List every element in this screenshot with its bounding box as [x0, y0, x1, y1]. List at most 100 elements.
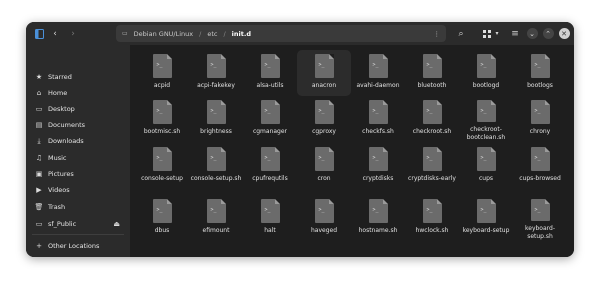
script-file-icon: >_ — [368, 147, 388, 171]
eject-icon[interactable]: ⏏ — [113, 220, 120, 228]
file-name: cron — [317, 175, 331, 182]
script-file-icon: >_ — [260, 100, 280, 124]
file-item[interactable]: >_ keyboard-setup.sh — [513, 195, 567, 241]
search-icon[interactable]: ⌕ — [454, 26, 468, 41]
sidebar-item-label: Documents — [48, 121, 86, 129]
file-item[interactable]: >_ acpid — [135, 50, 189, 96]
drive-icon: ▭ — [35, 220, 43, 228]
breadcrumb-etc[interactable]: etc — [201, 30, 223, 38]
file-item[interactable]: >_ chrony — [513, 96, 567, 142]
maximize-icon[interactable]: ⌃ — [541, 26, 555, 41]
sidebar-item-downloads[interactable]: ⤓ Downloads — [26, 134, 130, 148]
close-icon[interactable]: ✕ — [557, 26, 571, 41]
sidebar-item-music[interactable]: ♫ Music — [26, 151, 130, 165]
sidebar-item-label: sf_Public — [48, 220, 77, 228]
sidebar-item-label: Music — [48, 154, 67, 162]
script-file-icon: >_ — [314, 100, 334, 124]
file-item[interactable]: >_ anacron — [297, 50, 351, 96]
script-file-icon: >_ — [260, 199, 280, 223]
sidebar-item-other-locations[interactable]: + Other Locations — [26, 239, 130, 253]
file-name: checkfs.sh — [362, 128, 394, 135]
file-name: checkroot.sh — [412, 128, 452, 135]
back-icon[interactable]: ‹ — [48, 26, 62, 41]
file-item[interactable]: >_ avahi-daemon — [351, 50, 405, 96]
sidebar-item-sf-public[interactable]: ▭ sf_Public ⏏ — [26, 217, 130, 231]
file-item[interactable]: >_ alsa-utils — [243, 50, 297, 96]
file-name: cryptdisks-early — [408, 175, 456, 182]
file-name: bootlogd — [472, 82, 500, 89]
file-item[interactable]: >_ cups-browsed — [513, 143, 567, 189]
plus-icon: + — [36, 242, 42, 250]
file-item[interactable]: >_ checkfs.sh — [351, 96, 405, 142]
path-bar[interactable]: ▭ Debian GNU/Linux / etc / init.d ⋮ — [116, 25, 446, 42]
file-item[interactable]: >_ acpi-fakekey — [189, 50, 243, 96]
file-name: cpufrequtils — [252, 175, 288, 182]
file-item[interactable]: >_ cpufrequtils — [243, 143, 297, 189]
file-name: hostname.sh — [358, 227, 398, 234]
file-name: hwclock.sh — [415, 227, 449, 234]
file-item[interactable]: >_ keyboard-setup — [459, 195, 513, 241]
file-item[interactable]: >_ hwclock.sh — [405, 195, 459, 241]
header-bar: ‹ › ▭ Debian GNU/Linux / etc / init.d ⋮ … — [26, 22, 574, 45]
sidebar-item-pictures[interactable]: ▣ Pictures — [26, 167, 130, 181]
file-name: console-setup — [141, 175, 183, 182]
sidebar-item-desktop[interactable]: ▭ Desktop — [26, 102, 130, 116]
file-grid: >_ acpid >_ acpi-fakekey >_ alsa-utils >_ anacr… — [130, 45, 574, 257]
file-name: acpid — [153, 82, 171, 89]
file-item[interactable]: >_ haveged — [297, 195, 351, 241]
file-name: dbus — [154, 227, 170, 234]
breadcrumb-current[interactable]: init.d — [226, 30, 257, 38]
file-name: checkroot-bootclean.sh — [466, 126, 506, 141]
file-name: brightness — [200, 128, 232, 135]
script-file-icon: >_ — [206, 54, 226, 78]
sidebar-item-starred[interactable]: ★ Starred — [26, 70, 130, 84]
file-name: cryptdisks — [362, 175, 394, 182]
path-menu-icon[interactable]: ⋮ — [434, 30, 441, 38]
file-item[interactable]: >_ cryptdisks — [351, 143, 405, 189]
script-file-icon: >_ — [314, 147, 334, 171]
view-options-icon[interactable]: ▾ — [492, 26, 502, 41]
sidebar-item-label: Home — [48, 89, 68, 97]
file-name: chrony — [529, 128, 551, 135]
script-file-icon: >_ — [530, 147, 550, 171]
file-item[interactable]: >_ brightness — [189, 96, 243, 142]
minimize-icon[interactable]: ⌄ — [525, 26, 539, 41]
file-item[interactable]: >_cups — [459, 143, 513, 189]
file-item[interactable]: >_ hostname.sh — [351, 195, 405, 241]
sidebar-item-trash[interactable]: 🗑 Trash — [26, 200, 130, 214]
downloads-icon: ⤓ — [37, 136, 41, 145]
script-file-icon: >_ — [530, 199, 550, 221]
file-item[interactable]: >_ cgmanager — [243, 96, 297, 142]
file-item[interactable]: >_ bluetooth — [405, 50, 459, 96]
breadcrumb-root[interactable]: Debian GNU/Linux — [128, 30, 199, 38]
script-file-icon: >_ — [476, 147, 496, 171]
file-item[interactable]: >_ cgproxy — [297, 96, 351, 142]
script-file-icon: >_ — [422, 100, 442, 124]
script-file-icon: >_ — [422, 147, 442, 171]
file-name: cups — [478, 175, 494, 182]
menu-icon[interactable]: ≡ — [508, 26, 522, 41]
file-item[interactable]: >_ cryptdisks-early — [405, 143, 459, 189]
sidebar-item-videos[interactable]: ▶ Videos — [26, 183, 130, 197]
sidebar-toggle-icon[interactable] — [32, 26, 46, 41]
script-file-icon: >_ — [530, 54, 550, 78]
file-item[interactable]: >_ checkroot-bootclean.sh — [459, 96, 513, 142]
file-item[interactable]: >_ efimount — [189, 195, 243, 241]
script-file-icon: >_ — [314, 199, 334, 223]
script-file-icon: >_ — [368, 100, 388, 124]
file-item[interactable]: >_ bootlogs — [513, 50, 567, 96]
file-item[interactable]: >_ console-setup.sh — [189, 143, 243, 189]
file-item[interactable]: >_ bootlogd — [459, 50, 513, 96]
file-item[interactable]: >_cron — [297, 143, 351, 189]
file-name: keyboard-setup — [462, 227, 510, 234]
sidebar-item-documents[interactable]: ▤ Documents — [26, 118, 130, 132]
file-item[interactable]: >_ bootmisc.sh — [135, 96, 189, 142]
file-name: cups-browsed — [519, 175, 561, 182]
forward-icon[interactable]: › — [66, 26, 80, 41]
file-item[interactable]: >_ console-setup — [135, 143, 189, 189]
sidebar-item-home[interactable]: ⌂ Home — [26, 86, 130, 100]
file-item[interactable]: >_ halt — [243, 195, 297, 241]
file-item[interactable]: >_ dbus — [135, 195, 189, 241]
file-item[interactable]: >_ checkroot.sh — [405, 96, 459, 142]
trash-icon: 🗑 — [34, 203, 44, 211]
